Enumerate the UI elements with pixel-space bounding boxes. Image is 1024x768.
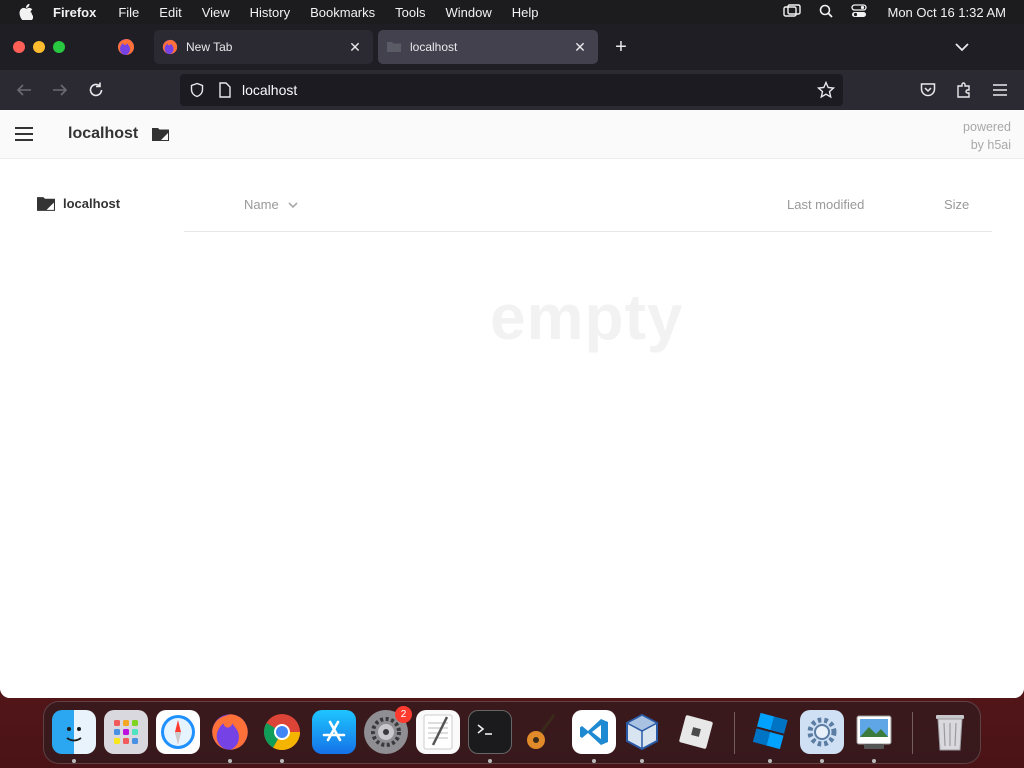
- running-indicator: [592, 759, 596, 763]
- menu-view[interactable]: View: [202, 5, 230, 20]
- h5ai-topbar: localhost powered by h5ai: [0, 110, 1024, 159]
- chevron-down-icon[interactable]: [952, 37, 972, 57]
- garageband-guitar-icon[interactable]: [520, 710, 564, 754]
- close-tab-icon[interactable]: ✕: [347, 39, 363, 55]
- dock: 2: [43, 701, 981, 764]
- firefox-dock-icon[interactable]: [208, 710, 252, 754]
- running-indicator: [872, 759, 876, 763]
- menu-window[interactable]: Window: [446, 5, 492, 20]
- empty-placeholder: empty: [490, 281, 684, 353]
- folder-icon: [386, 39, 402, 55]
- folder-icon: [37, 197, 55, 211]
- powered-by-h5ai[interactable]: powered by h5ai: [963, 118, 1011, 154]
- minimize-window-button[interactable]: [33, 41, 45, 53]
- menu-bar: Firefox File Edit View History Bookmarks…: [0, 0, 1024, 24]
- app-menu-icon[interactable]: [988, 78, 1012, 102]
- textedit-icon[interactable]: [416, 710, 460, 754]
- preview-icon[interactable]: [852, 710, 896, 754]
- menu-app-name[interactable]: Firefox: [53, 5, 96, 20]
- roblox-studio-icon[interactable]: [748, 710, 792, 754]
- sort-chevron-down-icon: [288, 201, 298, 208]
- tab-new-tab[interactable]: New Tab ✕: [154, 30, 373, 64]
- running-indicator: [820, 759, 824, 763]
- apple-menu-icon[interactable]: [17, 3, 35, 21]
- terminal-icon[interactable]: [468, 710, 512, 754]
- safari-icon[interactable]: [156, 710, 200, 754]
- menu-tools[interactable]: Tools: [395, 5, 425, 20]
- tab-label: New Tab: [186, 40, 233, 54]
- column-header-size[interactable]: Size: [944, 197, 969, 212]
- firefox-window: New Tab ✕ localhost ✕ + localhost localh…: [0, 24, 1024, 698]
- menu-history[interactable]: History: [250, 5, 290, 20]
- trash-icon[interactable]: [928, 710, 972, 754]
- running-indicator: [640, 759, 644, 763]
- window-controls: [13, 41, 65, 53]
- column-header-last-modified[interactable]: Last modified: [787, 197, 864, 212]
- running-indicator: [488, 759, 492, 763]
- tab-localhost[interactable]: localhost ✕: [378, 30, 598, 64]
- back-arrow-icon[interactable]: [12, 78, 36, 102]
- tab-bar: New Tab ✕ localhost ✕ +: [0, 24, 1024, 70]
- column-header-name[interactable]: Name: [244, 197, 299, 212]
- reload-icon[interactable]: [84, 78, 108, 102]
- pinned-firefox-icon[interactable]: [117, 38, 135, 56]
- sidebar-toggle-menu-icon[interactable]: [14, 125, 34, 143]
- breadcrumb[interactable]: localhost: [68, 125, 138, 143]
- powered-line2: by h5ai: [970, 138, 1011, 152]
- folder-icon: [152, 127, 169, 141]
- dock-separator: [734, 712, 735, 754]
- virtualbox-icon[interactable]: [620, 710, 664, 754]
- url-bar[interactable]: localhost: [180, 74, 843, 106]
- extensions-puzzle-icon[interactable]: [952, 78, 976, 102]
- navigation-toolbar: localhost: [0, 70, 1024, 110]
- menu-file[interactable]: File: [118, 5, 139, 20]
- shield-icon[interactable]: [188, 81, 206, 99]
- page-icon: [216, 81, 234, 99]
- pocket-icon[interactable]: [916, 78, 940, 102]
- menu-help[interactable]: Help: [512, 5, 539, 20]
- settings-gear-icon[interactable]: [800, 710, 844, 754]
- new-tab-plus-icon[interactable]: +: [610, 36, 632, 58]
- zoom-window-button[interactable]: [53, 41, 65, 53]
- sidebar-tree-item[interactable]: localhost: [37, 196, 120, 211]
- running-indicator: [228, 759, 232, 763]
- finder-icon[interactable]: [52, 710, 96, 754]
- chrome-icon[interactable]: [260, 710, 304, 754]
- menu-edit[interactable]: Edit: [159, 5, 181, 20]
- menu-clock[interactable]: Mon Oct 16 1:32 AM: [887, 5, 1006, 20]
- screen-mirroring-icon[interactable]: [783, 3, 802, 21]
- notification-badge: 2: [395, 706, 412, 723]
- tab-label: localhost: [410, 40, 458, 54]
- vscode-icon[interactable]: [572, 710, 616, 754]
- powered-line1: powered: [963, 120, 1011, 134]
- running-indicator: [768, 759, 772, 763]
- sidebar-tree-label: localhost: [63, 196, 121, 211]
- url-text[interactable]: localhost: [242, 82, 297, 98]
- app-store-icon[interactable]: [312, 710, 356, 754]
- forward-arrow-icon[interactable]: [48, 78, 72, 102]
- firefox-icon: [162, 39, 178, 55]
- roblox-icon[interactable]: [674, 710, 718, 754]
- launchpad-icon[interactable]: [104, 710, 148, 754]
- control-center-icon[interactable]: [851, 3, 868, 21]
- dock-separator: [912, 712, 913, 754]
- close-tab-icon[interactable]: ✕: [572, 39, 588, 55]
- bookmark-star-icon[interactable]: [817, 81, 835, 99]
- menu-bookmarks[interactable]: Bookmarks: [310, 5, 375, 20]
- header-divider: [184, 231, 992, 232]
- spotlight-search-icon[interactable]: [819, 4, 834, 21]
- system-preferences-gear-icon[interactable]: 2: [364, 706, 412, 754]
- running-indicator: [280, 759, 284, 763]
- running-indicator: [72, 759, 76, 763]
- column-name-label: Name: [244, 197, 279, 212]
- close-window-button[interactable]: [13, 41, 25, 53]
- page-content: localhost powered by h5ai localhost Name…: [0, 110, 1024, 698]
